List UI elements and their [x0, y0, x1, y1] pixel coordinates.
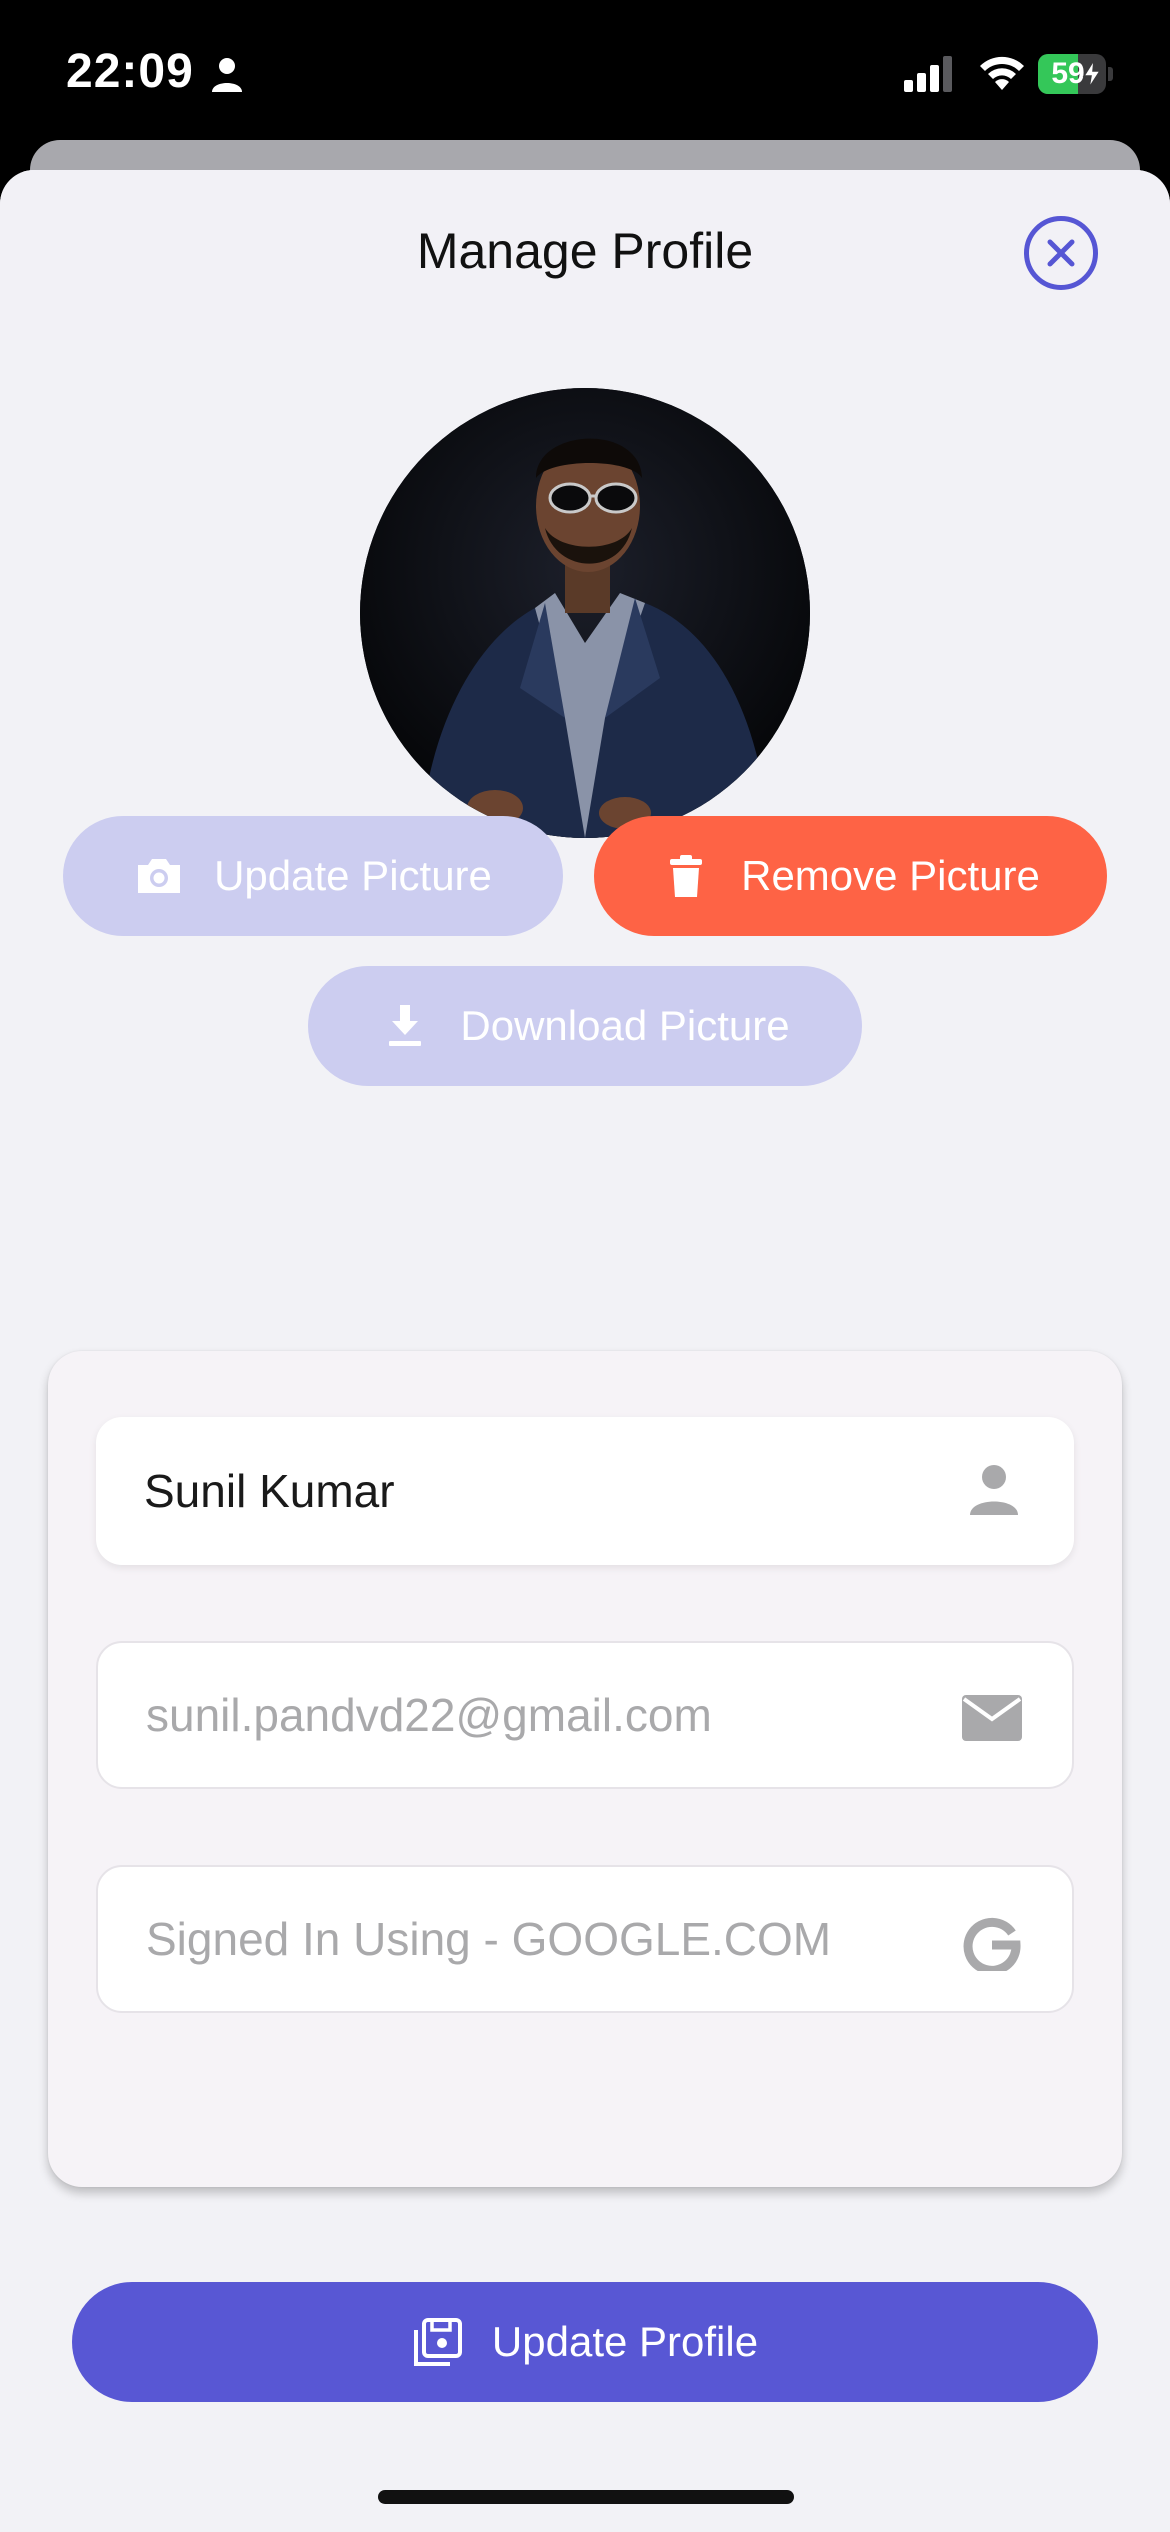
download-icon: [380, 1001, 430, 1051]
name-field[interactable]: Sunil Kumar: [96, 1417, 1074, 1565]
email-value: sunil.pandvd22@gmail.com: [146, 1689, 712, 1741]
battery-cap: [1108, 67, 1113, 81]
update-picture-button[interactable]: Update Picture: [63, 816, 563, 936]
google-icon: [963, 1917, 1021, 1971]
email-field: sunil.pandvd22@gmail.com: [96, 1641, 1074, 1789]
mail-icon: [962, 1695, 1022, 1741]
cellular-signal-icon: [904, 56, 952, 92]
download-picture-button[interactable]: Download Picture: [308, 966, 862, 1086]
update-picture-label: Update Picture: [214, 852, 492, 899]
page-title: Manage Profile: [416, 223, 754, 279]
person-icon: [970, 1465, 1018, 1515]
status-time: 22:09: [66, 45, 194, 98]
trash-icon: [661, 851, 711, 901]
save-icon: [412, 2316, 464, 2368]
name-value: Sunil Kumar: [144, 1465, 395, 1517]
close-button[interactable]: [1024, 216, 1098, 290]
remove-picture-label: Remove Picture: [741, 852, 1040, 899]
close-icon: [1047, 239, 1075, 267]
status-bar: 22:09 59: [0, 0, 1170, 150]
person-icon: [212, 58, 242, 92]
avatar[interactable]: [360, 388, 810, 838]
sign-in-provider-value: Signed In Using - GOOGLE.COM: [146, 1913, 832, 1965]
download-picture-label: Download Picture: [460, 1002, 790, 1049]
profile-photo: [360, 388, 810, 838]
home-indicator[interactable]: [378, 2490, 794, 2504]
battery-body: 59: [1038, 54, 1106, 94]
update-profile-label: Update Profile: [491, 2318, 759, 2365]
remove-picture-button[interactable]: Remove Picture: [594, 816, 1107, 936]
sign-in-provider-field: Signed In Using - GOOGLE.COM: [96, 1865, 1074, 2013]
camera-icon: [134, 851, 184, 901]
sheet-header: Manage Profile: [0, 170, 1170, 340]
profile-form-card: Sunil Kumar sunil.pandvd22@gmail.com Sig…: [48, 1351, 1122, 2402]
update-profile-button[interactable]: Update Profile: [72, 2282, 1098, 2402]
wifi-icon: [980, 56, 1024, 90]
charging-bolt-icon: [1082, 60, 1102, 88]
manage-profile-sheet: Manage Profile Update Picture Remove Pic…: [0, 170, 1170, 2532]
battery-charging-icon: 59: [1038, 54, 1113, 94]
